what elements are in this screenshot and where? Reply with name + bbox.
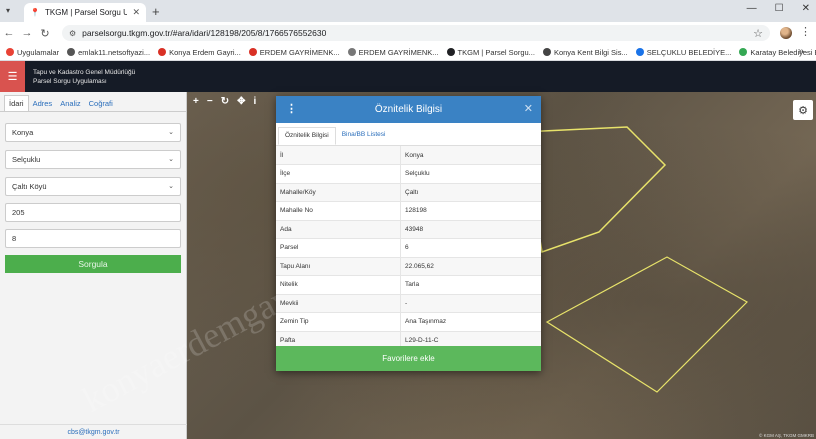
locate-icon[interactable]: ✥: [237, 96, 245, 107]
sidebar-tabs: İdari Adres Analiz Coğrafi: [0, 92, 186, 112]
org-title: Tapu ve Kadastro Genel Müdürlüğü Parsel …: [33, 69, 136, 85]
bookmark-item[interactable]: Konya Erdem Gayri...: [158, 48, 241, 57]
chevron-down-icon: ⌄: [168, 183, 174, 190]
hamburger-menu-icon[interactable]: ☰: [0, 61, 25, 92]
bookmark-favicon: [158, 48, 167, 56]
close-icon[interactable]: ✕: [524, 102, 533, 115]
close-window-icon[interactable]: ✕: [802, 3, 810, 14]
table-row: İlçe Selçuklu: [276, 164, 541, 184]
parcel-input[interactable]: 8: [5, 229, 181, 248]
query-button[interactable]: Sorgula: [5, 255, 181, 273]
app-header: ☰ Tapu ve Kadastro Genel Müdürlüğü Parse…: [0, 61, 816, 92]
site-info-icon[interactable]: ⚙: [69, 29, 76, 38]
bookmark-favicon: [739, 48, 748, 56]
table-row: Mahalle No 128198: [276, 201, 541, 221]
tab-idari[interactable]: İdari: [4, 95, 29, 111]
tab-title: TKGM | Parsel Sorgu Uygulaması: [44, 8, 128, 17]
table-row: Mahalle/Köy Çaltı: [276, 183, 541, 202]
tab-search-icon[interactable]: ▾: [6, 6, 10, 15]
map-attribution: © KGM AŞ, TKGM GMKRB: [759, 433, 814, 438]
district-select[interactable]: Selçuklu ⌄: [5, 150, 181, 169]
minimize-icon[interactable]: —: [747, 3, 757, 14]
table-row: İl Konya: [276, 146, 541, 165]
browser-menu-icon[interactable]: ⋮: [800, 25, 811, 38]
bookmark-item[interactable]: SELÇUKLU BELEDİYE...: [635, 48, 731, 57]
browser-toolbar: ← → ↻ ⚙ parselsorgu.tkgm.gov.tr/#ara/ida…: [0, 22, 816, 44]
url-text: parselsorgu.tkgm.gov.tr/#ara/idari/12819…: [82, 28, 327, 38]
tab-cografi[interactable]: Coğrafi: [85, 96, 117, 111]
bookmark-favicon: [542, 48, 551, 56]
tab-analiz[interactable]: Analiz: [56, 96, 84, 111]
add-favorites-button[interactable]: Favorilere ekle: [276, 346, 541, 371]
chevron-down-icon: ⌄: [168, 129, 174, 136]
forward-icon[interactable]: →: [18, 27, 36, 39]
browser-tabstrip: ▾ 📍 TKGM | Parsel Sorgu Uygulaması ✕ + —…: [0, 0, 816, 22]
bookmark-item[interactable]: ERDEM GAYRİMENK...: [248, 48, 340, 57]
bookmark-item[interactable]: Uygulamalar: [6, 48, 59, 57]
reload-icon[interactable]: ↻: [36, 27, 54, 40]
new-tab-button[interactable]: +: [152, 4, 160, 19]
modal-tabs: Öznitelik Bilgisi Bina/BB Listesi: [276, 127, 541, 146]
table-row: Mevkii -: [276, 294, 541, 313]
more-bookmarks-icon[interactable]: »: [798, 46, 804, 57]
block-input[interactable]: 205: [5, 203, 181, 222]
tab-attributes[interactable]: Öznitelik Bilgisi: [278, 127, 336, 145]
attribute-table: İl Konya İlçe Selçuklu Mahalle/Köy Çaltı Ma…: [276, 146, 541, 350]
tab-adres[interactable]: Adres: [29, 96, 57, 111]
table-row: Ada 43948: [276, 220, 541, 239]
bookmark-star-icon[interactable]: ☆: [753, 27, 763, 40]
browser-tab[interactable]: 📍 TKGM | Parsel Sorgu Uygulaması ✕: [24, 3, 146, 22]
bookmark-favicon: [6, 48, 14, 56]
table-row: Parsel 6: [276, 238, 541, 258]
query-sidebar: İdari Adres Analiz Coğrafi Konya ⌄ Selçu…: [0, 92, 187, 439]
chevron-down-icon: ⌄: [168, 156, 174, 163]
table-row: Zemin Tip Ana Taşınmaz: [276, 312, 541, 332]
bookmark-item[interactable]: emlak11.netsoftyazi...: [67, 48, 150, 57]
gear-icon[interactable]: ⚙: [793, 100, 813, 120]
info-icon[interactable]: i: [253, 96, 256, 107]
profile-avatar[interactable]: [780, 27, 792, 39]
tab-building-list[interactable]: Bina/BB Listesi: [336, 127, 392, 145]
modal-header: ⋮ Öznitelik Bilgisi ✕: [276, 96, 541, 123]
bookmark-favicon: [67, 48, 76, 56]
map-pin-icon: 📍: [30, 8, 40, 17]
bookmark-favicon: [248, 48, 257, 56]
more-options-icon[interactable]: ⋮: [286, 102, 297, 115]
window-controls: — ☐ ✕: [747, 3, 810, 14]
address-bar[interactable]: ⚙ parselsorgu.tkgm.gov.tr/#ara/idari/128…: [62, 25, 770, 41]
table-row: Nitelik Tarla: [276, 275, 541, 295]
maximize-icon[interactable]: ☐: [775, 3, 784, 14]
modal-title: Öznitelik Bilgisi: [374, 104, 443, 115]
table-row: Tapu Alanı 22.065,62: [276, 257, 541, 276]
bookmark-item[interactable]: Karatay Belediyesi E...: [739, 48, 816, 57]
attribute-info-modal: ⋮ Öznitelik Bilgisi ✕ Öznitelik Bilgisi …: [276, 96, 541, 371]
bookmark-favicon: [635, 48, 644, 56]
bookmark-item[interactable]: ERDEM GAYRİMENK...: [347, 48, 439, 57]
refresh-icon[interactable]: ↻: [221, 96, 229, 107]
zoom-out-icon[interactable]: −: [207, 96, 213, 107]
map-toolbar: + − ↻ ✥ i: [193, 96, 256, 107]
contact-email-link[interactable]: cbs@tkgm.gov.tr: [0, 424, 187, 436]
bookmark-item[interactable]: TKGM | Parsel Sorgu...: [446, 48, 535, 57]
bookmarks-bar: Uygulamalar emlak11.netsoftyazi... Konya…: [0, 44, 816, 61]
zoom-in-icon[interactable]: +: [193, 96, 199, 107]
bookmark-favicon: [347, 48, 356, 56]
back-icon[interactable]: ←: [0, 27, 18, 39]
bookmark-item[interactable]: Konya Kent Bilgi Sis...: [542, 48, 628, 57]
neighborhood-select[interactable]: Çaltı Köyü ⌄: [5, 177, 181, 196]
province-select[interactable]: Konya ⌄: [5, 123, 181, 142]
close-tab-icon[interactable]: ✕: [132, 7, 140, 18]
bookmark-favicon: [446, 48, 455, 56]
